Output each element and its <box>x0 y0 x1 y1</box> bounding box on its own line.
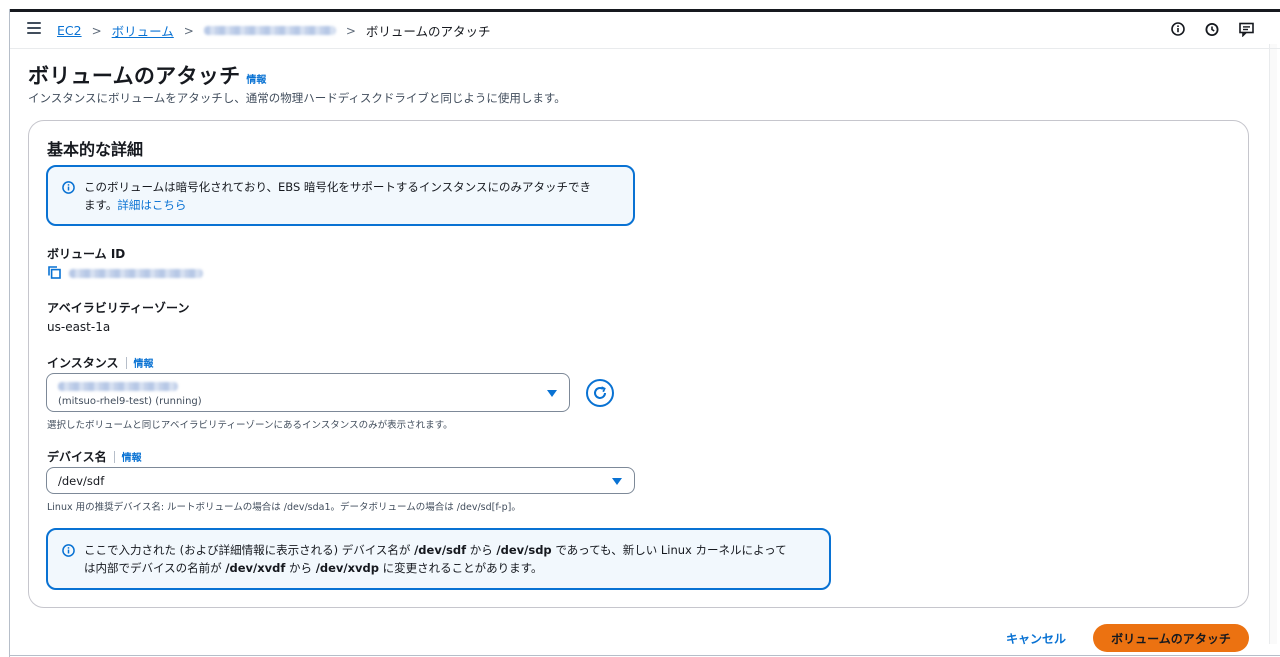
instance-select[interactable]: (mitsuo-rhel9-test) (running) <box>46 373 570 412</box>
chevron-right-icon: > <box>345 23 356 38</box>
instance-select-subtext: (mitsuo-rhel9-test) (running) <box>58 396 202 407</box>
device-alert-l1c: から <box>466 543 497 557</box>
info-circle-icon <box>62 181 75 194</box>
copy-icon[interactable] <box>48 266 61 279</box>
breadcrumb-bar: EC2 > ボリューム > > ボリュームのアタッチ <box>10 12 1280 49</box>
device-alert-l1d: /dev/sdp <box>496 543 552 557</box>
menu-icon[interactable] <box>27 22 41 34</box>
encryption-alert-line1: このボリュームは暗号化されており、EBS 暗号化をサポートするインスタンスにのみ… <box>84 180 591 194</box>
refresh-icon <box>594 386 606 399</box>
device-alert-text: ここで入力された (および詳細情報に表示される) デバイス名が /dev/sdf… <box>84 541 787 577</box>
page-header: ボリュームのアタッチ 情報 <box>28 60 266 90</box>
instance-label: インスタンス 情報 <box>47 354 154 371</box>
cancel-button[interactable]: キャンセル <box>1006 630 1066 647</box>
info-circle-icon[interactable] <box>1170 21 1186 37</box>
instance-id-redacted <box>58 382 178 391</box>
volume-id-label: ボリューム ID <box>47 245 125 262</box>
header-info-link[interactable]: 情報 <box>246 71 266 86</box>
device-alert-l1e: であっても、新しい Linux カーネルによって <box>551 543 787 557</box>
vertical-scrollbar[interactable] <box>1269 44 1277 644</box>
availability-zone-label: アベイラビリティーゾーン <box>47 299 189 316</box>
caret-down-icon <box>612 478 622 485</box>
page-description: インスタンスにボリュームをアタッチし、通常の物理ハードディスクドライブと同じよう… <box>28 91 566 105</box>
top-utility-icons <box>1170 21 1254 37</box>
device-info-link[interactable]: 情報 <box>122 449 142 464</box>
breadcrumb-ec2-link[interactable]: EC2 <box>57 23 82 38</box>
section-title: 基本的な詳細 <box>47 140 144 159</box>
device-alert-l1b: /dev/sdf <box>414 543 467 557</box>
volume-id-value-redacted <box>69 269 203 278</box>
clock-history-icon[interactable] <box>1204 21 1220 37</box>
feedback-icon[interactable] <box>1238 21 1254 37</box>
basic-details-container: 基本的な詳細 このボリュームは暗号化されており、EBS 暗号化をサポートするイン… <box>28 120 1249 608</box>
attach-volume-button[interactable]: ボリュームのアタッチ <box>1093 624 1249 652</box>
volume-id-label-text: ボリューム ID <box>47 247 126 261</box>
device-alert-l2d: /dev/xvdp <box>315 561 380 575</box>
chevron-right-icon: > <box>183 23 194 38</box>
page-title: ボリュームのアタッチ <box>28 64 241 88</box>
encryption-alert-line2: ます。 <box>84 198 118 212</box>
caret-down-icon <box>547 390 557 397</box>
device-name-label-text: デバイス名 <box>47 450 107 464</box>
encryption-alert-text: このボリュームは暗号化されており、EBS 暗号化をサポートするインスタンスにのみ… <box>84 178 591 214</box>
device-alert-l2e: に変更されることがあります。 <box>379 561 543 575</box>
breadcrumb-volumes-link[interactable]: ボリューム <box>112 21 174 40</box>
availability-zone-label-text: アベイラビリティーゾーン <box>47 301 190 315</box>
device-alert-l2c: から <box>285 561 316 575</box>
device-name-hint: Linux 用の推奨デバイス名: ルートボリュームの場合は /dev/sda1。… <box>47 502 521 513</box>
instance-label-text: インスタンス <box>47 356 119 370</box>
device-alert-l2a: は内部でデバイスの名前が <box>84 561 226 575</box>
device-name-selected: /dev/sdf <box>58 474 105 488</box>
breadcrumb-volume-id-redacted[interactable] <box>203 26 336 35</box>
device-alert-l1a: ここで入力された (および詳細情報に表示される) デバイス名が <box>84 543 415 557</box>
instance-hint: 選択したボリュームと同じアベイラビリティーゾーンにあるインスタンスのみが表示され… <box>47 420 453 431</box>
device-name-info-alert: ここで入力された (および詳細情報に表示される) デバイス名が /dev/sdf… <box>46 528 831 590</box>
breadcrumb: EC2 > ボリューム > > ボリュームのアタッチ <box>57 21 491 40</box>
label-divider <box>113 450 115 463</box>
window-left-border <box>9 9 10 657</box>
info-circle-icon <box>62 544 75 557</box>
encryption-info-alert: このボリュームは暗号化されており、EBS 暗号化をサポートするインスタンスにのみ… <box>46 165 635 226</box>
chevron-right-icon: > <box>91 23 102 38</box>
window-bottom-border <box>9 655 1280 656</box>
device-alert-l2b: /dev/xvdf <box>225 561 286 575</box>
refresh-button[interactable] <box>586 379 614 407</box>
learn-more-link[interactable]: 詳細はこちら <box>117 198 186 212</box>
availability-zone-value: us-east-1a <box>47 320 111 334</box>
label-divider <box>125 356 127 369</box>
device-name-select[interactable]: /dev/sdf <box>46 467 635 494</box>
instance-info-link[interactable]: 情報 <box>134 355 154 370</box>
device-name-label: デバイス名 情報 <box>47 448 142 465</box>
breadcrumb-current: ボリュームのアタッチ <box>365 24 491 39</box>
